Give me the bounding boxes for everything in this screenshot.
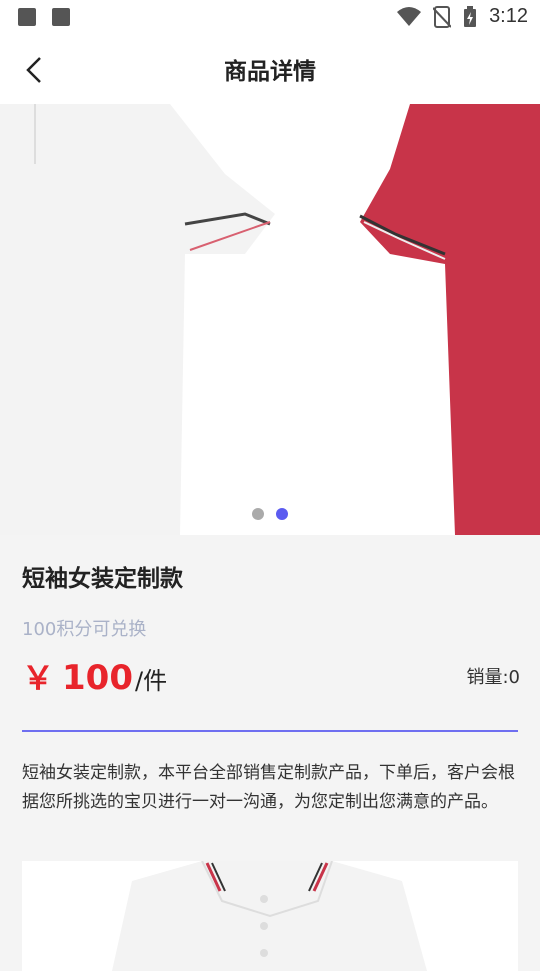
page-title: 商品详情 bbox=[224, 59, 316, 85]
status-bar: 3:12 bbox=[0, 0, 540, 36]
product-description: 短袖女装定制款，本平台全部销售定制款产品，下单后，客户会根据您所挑选的宝贝进行一… bbox=[22, 763, 515, 812]
carousel-dot[interactable] bbox=[252, 508, 264, 520]
sales-count: 销量:0 bbox=[466, 667, 520, 688]
product-info: 短袖女装定制款 100积分可兑换 ￥ 100 /件 销量:0 短袖女装定制款，本… bbox=[0, 535, 540, 971]
app-bar: 商品详情 bbox=[0, 36, 540, 104]
battery-charging-icon bbox=[464, 5, 477, 27]
price-amount: 100 bbox=[62, 658, 133, 698]
font-notification-icon bbox=[52, 8, 70, 26]
carousel-indicator bbox=[0, 508, 540, 520]
product-detail-image bbox=[22, 861, 518, 971]
product-image-carousel[interactable] bbox=[0, 104, 540, 535]
currency-symbol: ￥ bbox=[22, 659, 55, 697]
divider bbox=[22, 730, 518, 732]
price-unit: /件 bbox=[135, 667, 168, 695]
image-notification-icon bbox=[18, 8, 36, 26]
wifi-icon bbox=[397, 6, 422, 26]
price: ￥ 100 /件 bbox=[22, 653, 167, 699]
status-time: 3:12 bbox=[489, 5, 528, 27]
no-sim-icon bbox=[433, 5, 452, 28]
product-name: 短袖女装定制款 bbox=[22, 566, 183, 592]
points-redeem-text: 100积分可兑换 bbox=[22, 619, 147, 640]
white-shirt-image bbox=[0, 104, 275, 535]
carousel-dot-active[interactable] bbox=[276, 508, 288, 520]
red-shirt-image bbox=[359, 104, 540, 535]
